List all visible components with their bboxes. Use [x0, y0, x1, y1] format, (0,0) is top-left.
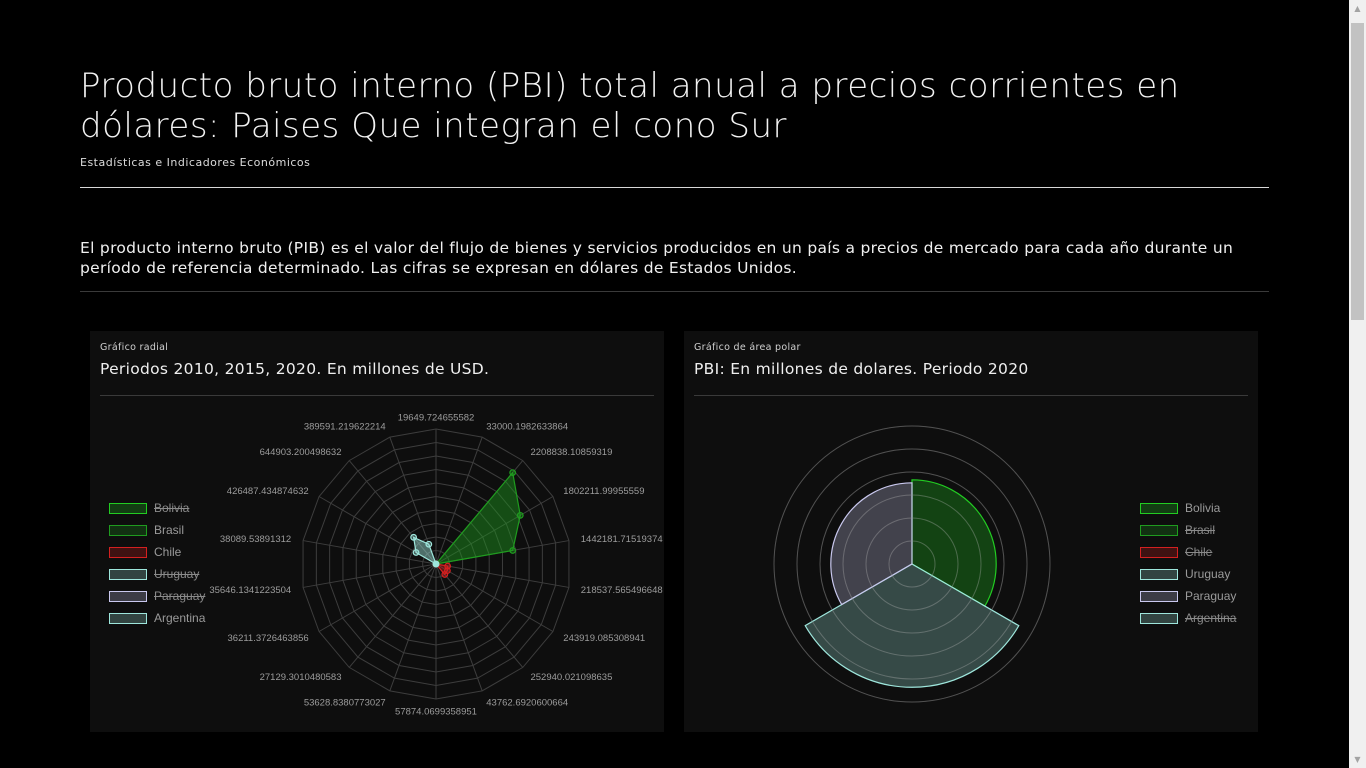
- page-subtitle: Estadísticas e Indicadores Económicos: [80, 156, 311, 169]
- legend-item-uruguay[interactable]: Uruguay: [109, 563, 205, 585]
- radar-point: [509, 547, 517, 554]
- page-title: Producto bruto interno (PBI) total anual…: [80, 66, 1180, 146]
- legend-swatch: [1140, 590, 1178, 602]
- legend-label: Paraguay: [1185, 589, 1237, 603]
- legend-swatch: [1140, 546, 1178, 558]
- legend-item-brasil[interactable]: Brasil: [109, 519, 205, 541]
- legend-swatch: [109, 568, 147, 580]
- legend-label: Uruguay: [154, 567, 200, 581]
- radar-point: [412, 549, 420, 556]
- intro-divider: [80, 291, 1269, 292]
- radar-chart-card: Gráfico radial Periodos 2010, 2015, 2020…: [90, 331, 664, 732]
- radar-point: [509, 469, 517, 477]
- radar-tick-label: 38089.53891312: [220, 534, 291, 545]
- polar-legend: Bolivia Brasil Chile Uruguay Paraguay Argenti…: [1140, 497, 1236, 629]
- radar-point: [410, 533, 418, 541]
- legend-label: Argentina: [1185, 611, 1237, 625]
- legend-item-brasil[interactable]: Brasil: [1140, 519, 1236, 541]
- legend-label: Uruguay: [1185, 567, 1231, 581]
- legend-label: Brasil: [1185, 523, 1216, 537]
- radar-point: [516, 511, 524, 519]
- radar-point: [425, 540, 433, 548]
- legend-swatch: [109, 502, 147, 514]
- scroll-down-icon[interactable]: ▼: [1349, 751, 1366, 768]
- legend-item-bolivia[interactable]: Bolivia: [1140, 497, 1236, 519]
- radar-tick-label: 43762.6920600664: [486, 698, 568, 709]
- scrollbar-thumb[interactable]: [1351, 23, 1364, 320]
- intro-paragraph: El producto interno bruto (PIB) es el va…: [80, 239, 1234, 277]
- legend-item-uruguay[interactable]: Uruguay: [1140, 563, 1236, 585]
- radar-tick-label: 36211.3726463856: [228, 633, 309, 644]
- radar-tick-label: 35646.1341223504: [209, 585, 291, 596]
- legend-item-argentina[interactable]: Argentina: [1140, 607, 1236, 629]
- polar-chart-card: Gráfico de área polar PBI: En millones d…: [684, 331, 1258, 732]
- legend-swatch: [1140, 568, 1178, 580]
- vertical-scrollbar[interactable]: ▲ ▼: [1349, 0, 1366, 768]
- legend-label: Bolivia: [154, 501, 190, 515]
- legend-swatch: [109, 590, 147, 602]
- radar-tick-label: 2208838.10859319: [530, 447, 612, 458]
- page: Producto bruto interno (PBI) total anual…: [0, 0, 1349, 768]
- legend-item-chile[interactable]: Chile: [1140, 541, 1236, 563]
- radar-tick-label: 218537.565496648: [581, 585, 663, 596]
- legend-swatch: [1140, 524, 1178, 536]
- radar-series-area: [434, 471, 521, 565]
- legend-item-argentina[interactable]: Argentina: [109, 607, 205, 629]
- legend-swatch: [109, 546, 147, 558]
- radar-tick-label: 1442181.71519374: [581, 534, 663, 545]
- legend-swatch: [1140, 612, 1178, 624]
- radar-spoke: [389, 563, 437, 692]
- legend-label: Argentina: [154, 611, 206, 625]
- radar-tick-label: 252940.021098635: [530, 672, 612, 683]
- radar-tick-label: 243919.085308941: [563, 633, 645, 644]
- radar-legend: Bolivia Brasil Chile Uruguay Paraguay Argenti…: [109, 497, 205, 629]
- legend-label: Chile: [154, 545, 182, 559]
- legend-label: Paraguay: [154, 589, 206, 603]
- legend-label: Brasil: [154, 523, 185, 537]
- scroll-up-icon[interactable]: ▲: [1349, 0, 1366, 17]
- legend-swatch: [109, 612, 147, 624]
- radar-tick-label: 27129.3010480583: [260, 672, 342, 683]
- radar-tick-label: 53628.8380773027: [304, 698, 386, 709]
- header-divider: [80, 187, 1269, 188]
- radar-tick-label: 33000.1982633864: [486, 421, 568, 432]
- legend-item-paraguay[interactable]: Paraguay: [109, 585, 205, 607]
- radar-spoke: [435, 563, 483, 692]
- radar-tick-label: 426487.434874632: [227, 486, 309, 497]
- legend-item-chile[interactable]: Chile: [109, 541, 205, 563]
- legend-label: Bolivia: [1185, 501, 1221, 515]
- legend-label: Chile: [1185, 545, 1213, 559]
- radar-tick-label: 644903.200498632: [260, 447, 342, 458]
- radar-tick-label: 57874.0699358951: [395, 707, 477, 718]
- radar-tick-label: 389591.219622214: [304, 421, 386, 432]
- radar-tick-label: 1802211.99955559: [563, 486, 644, 497]
- legend-swatch: [1140, 502, 1178, 514]
- radar-tick-label: 19649.724655582: [398, 413, 475, 424]
- legend-item-paraguay[interactable]: Paraguay: [1140, 585, 1236, 607]
- legend-swatch: [109, 524, 147, 536]
- radar-point: [441, 571, 449, 578]
- legend-item-bolivia[interactable]: Bolivia: [109, 497, 205, 519]
- radar-center-point: [432, 560, 440, 568]
